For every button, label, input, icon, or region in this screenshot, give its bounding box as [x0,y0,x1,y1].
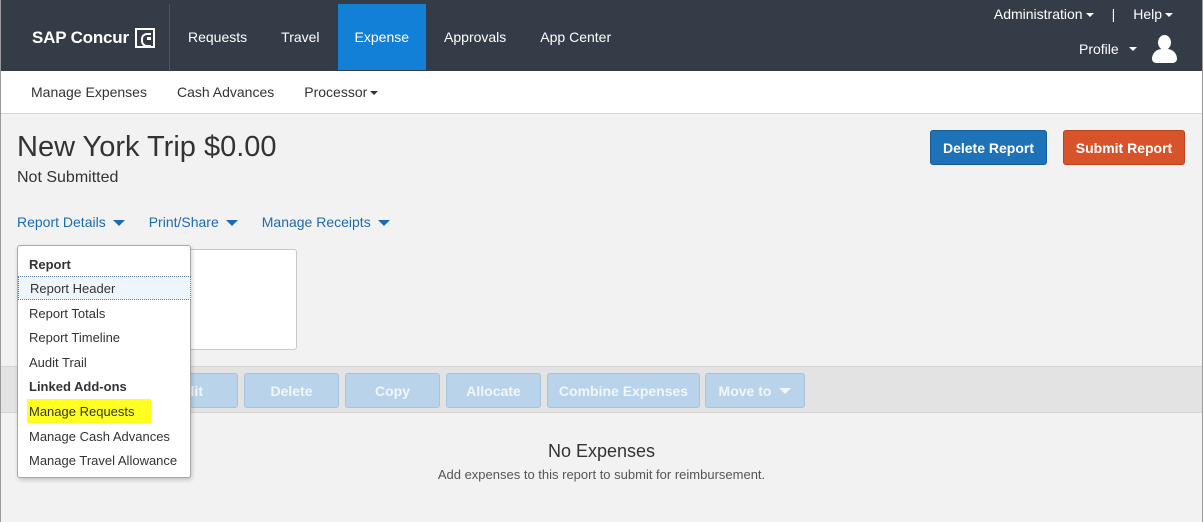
chevron-down-icon [1085,13,1094,18]
move-to-button[interactable]: Move to [705,373,805,408]
concur-c-logo-icon [134,27,155,48]
chevron-down-icon [779,387,792,394]
dropdown-item-manage-travel-allowance[interactable]: Manage Travel Allowance [18,448,190,472]
copy-button[interactable]: Copy [345,373,440,408]
nav-travel[interactable]: Travel [264,4,336,70]
dropdown-item-manage-cash-advances[interactable]: Manage Cash Advances [18,424,190,448]
utility-separator: | [1111,6,1116,22]
brand-logo[interactable]: SAP Concur [0,4,170,71]
subnav-cash-advances[interactable]: Cash Advances [162,84,289,100]
nav-app-center[interactable]: App Center [523,4,628,70]
delete-expense-button[interactable]: Delete [244,373,339,408]
submit-report-button[interactable]: Submit Report [1063,130,1185,165]
nav-requests[interactable]: Requests [171,4,264,70]
manage-receipts-menu[interactable]: Manage Receipts [262,214,390,230]
chevron-down-icon [377,220,390,226]
allocate-button[interactable]: Allocate [446,373,541,408]
dropdown-header-report: Report [29,256,71,272]
subnav-processor[interactable]: Processor [289,84,393,100]
brand-name: SAP Concur [32,27,129,47]
chevron-down-icon [1165,13,1173,18]
sub-navigation: Manage Expenses Cash Advances Processor [1,71,1202,114]
subnav-manage-expenses[interactable]: Manage Expenses [16,84,162,100]
delete-report-button[interactable]: Delete Report [930,130,1047,165]
report-menus: Report Details Print/Share Manage Receip… [17,214,414,230]
combine-expenses-button[interactable]: Combine Expenses [547,373,700,408]
user-avatar-icon[interactable] [1150,33,1178,65]
profile-menu[interactable]: Profile [1079,41,1137,57]
report-details-dropdown: Report Report Header Report Totals Repor… [17,245,191,478]
report-details-menu[interactable]: Report Details [17,214,125,230]
dropdown-item-audit-trail[interactable]: Audit Trail [18,350,190,374]
chevron-down-icon [225,220,238,226]
report-title: New York Trip $0.00 [17,131,277,163]
dropdown-header-linked-addons: Linked Add-ons [29,378,127,394]
chevron-down-icon [1128,47,1137,51]
nav-expense[interactable]: Expense [337,4,427,70]
administration-menu[interactable]: Administration [994,6,1094,22]
print-share-menu[interactable]: Print/Share [149,214,238,230]
chevron-down-icon [370,91,379,96]
avatar-head [1158,35,1171,50]
dropdown-item-report-timeline[interactable]: Report Timeline [18,325,190,349]
report-status: Not Submitted [17,169,119,186]
main-nav: Requests Travel Expense Approvals App Ce… [171,4,628,71]
top-navigation-bar: SAP Concur Requests Travel Expense Appro… [0,0,1203,71]
chevron-down-icon [112,220,125,226]
report-summary-panel [186,249,297,350]
utility-links: Administration | Help [994,6,1173,22]
dropdown-item-report-totals[interactable]: Report Totals [18,301,190,325]
avatar-body [1152,49,1177,63]
dropdown-item-manage-requests[interactable]: Manage Requests [27,399,151,423]
help-menu[interactable]: Help [1133,6,1173,22]
dropdown-item-report-header[interactable]: Report Header [18,276,191,300]
nav-approvals[interactable]: Approvals [427,4,523,70]
